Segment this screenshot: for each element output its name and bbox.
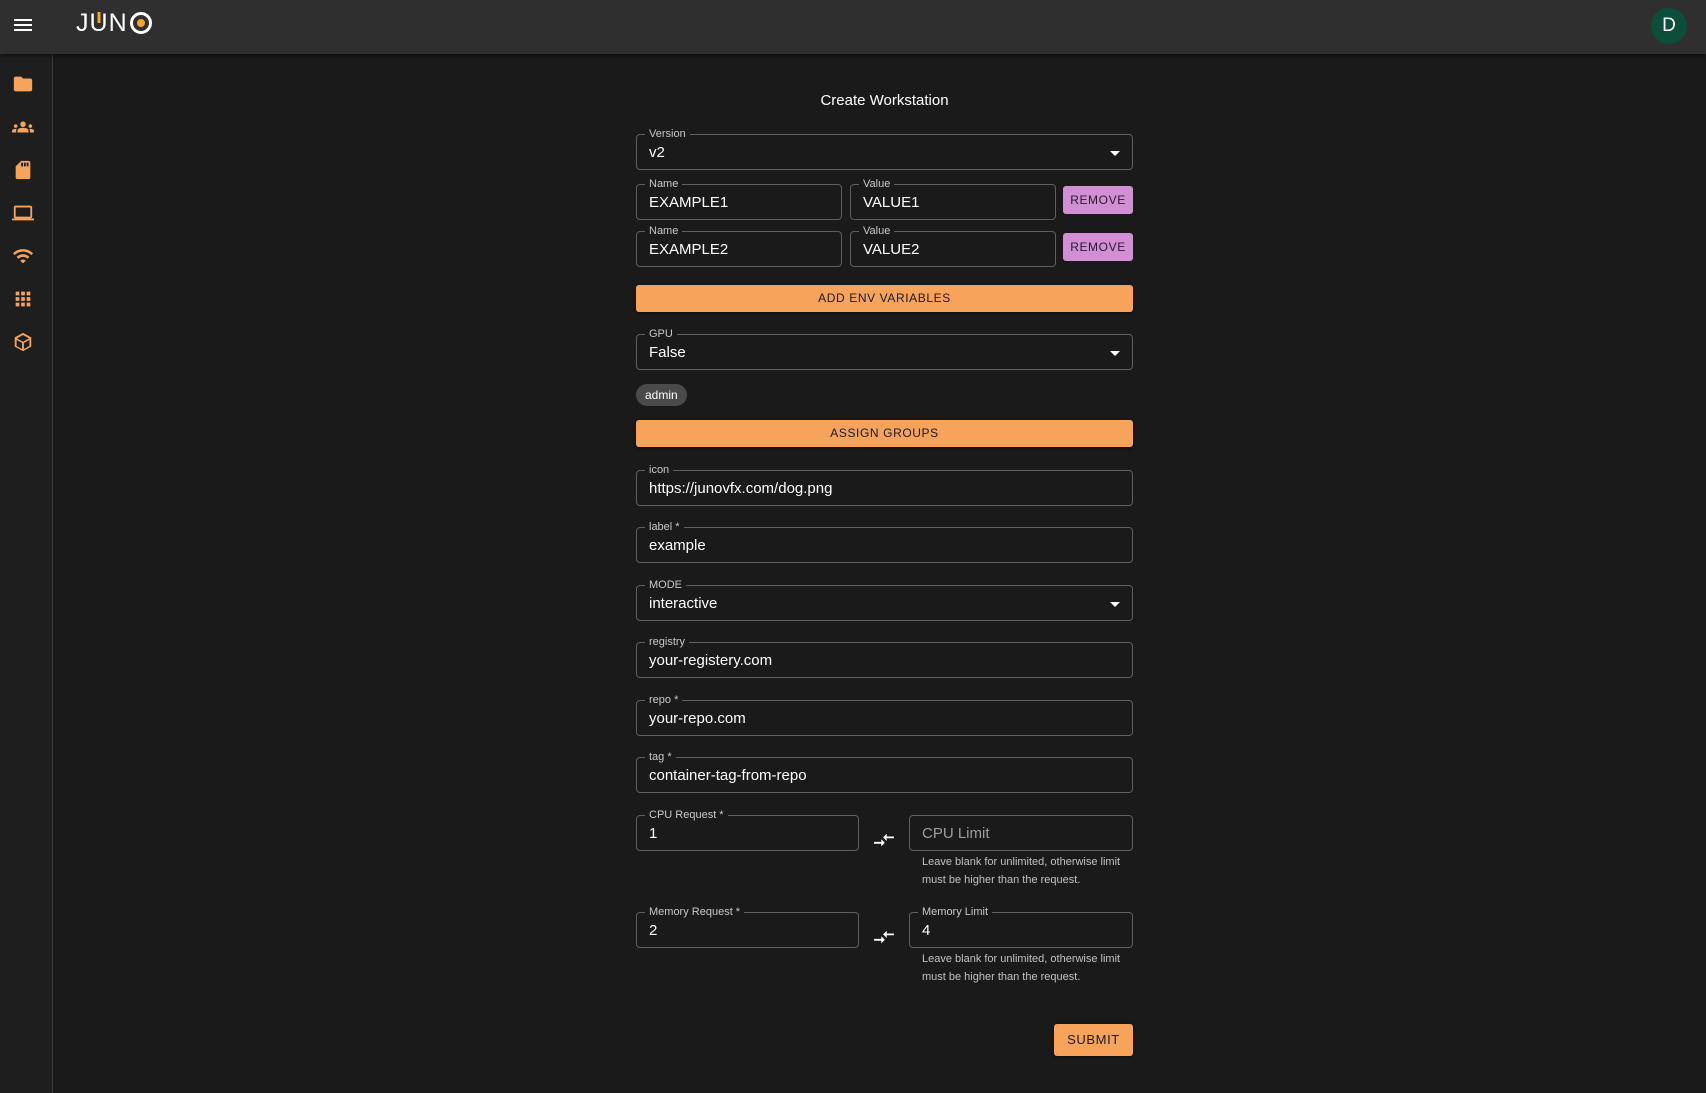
gpu-label: GPU <box>645 328 677 340</box>
env-value-field[interactable]: Value VALUE2 <box>850 225 1056 267</box>
memory-request-value: 2 <box>649 922 658 939</box>
icon-label: icon <box>645 464 674 476</box>
tag-label: tag * <box>645 751 676 763</box>
cpu-request-field[interactable]: CPU Request * 1 <box>636 809 859 851</box>
package-icon[interactable] <box>12 331 34 353</box>
laptop-icon[interactable] <box>12 202 34 224</box>
memory-request-field[interactable]: Memory Request * 2 <box>636 906 859 948</box>
groups-icon[interactable] <box>12 116 34 138</box>
env-value-value: VALUE1 <box>863 194 920 211</box>
cpu-limit-field[interactable]: CPU Limit <box>909 815 1133 851</box>
env-name-field[interactable]: Name EXAMPLE2 <box>636 225 842 267</box>
tag-value: container-tag-from-repo <box>649 767 807 784</box>
icon-url-field[interactable]: icon https://junovfx.com/dog.png <box>636 464 1133 506</box>
memory-limit-field[interactable]: Memory Limit 4 <box>909 906 1133 948</box>
memory-limit-label: Memory Limit <box>918 906 993 918</box>
submit-button[interactable]: SUBMIT <box>1054 1024 1133 1056</box>
folder-icon[interactable] <box>12 73 34 95</box>
repo-label: repo * <box>645 694 683 706</box>
version-value: v2 <box>649 144 665 161</box>
version-select[interactable]: Version v2 <box>636 128 1133 170</box>
mode-select[interactable]: MODE interactive <box>636 579 1133 621</box>
memory-request-label: Memory Request * <box>645 906 745 918</box>
memory-limit-helper-text: Leave blank for unlimited, otherwise lim… <box>922 953 1121 983</box>
hamburger-menu-icon[interactable] <box>12 15 34 37</box>
apps-grid-icon[interactable] <box>12 288 34 310</box>
cpu-request-value: 1 <box>649 825 658 842</box>
env-name-field[interactable]: Name EXAMPLE1 <box>636 178 842 220</box>
label-value: example <box>649 537 706 554</box>
remove-env-button[interactable]: REMOVE <box>1063 233 1133 261</box>
mode-value: interactive <box>649 595 718 612</box>
env-name-label: Name <box>645 225 683 237</box>
icon-value: https://junovfx.com/dog.png <box>649 480 833 497</box>
assign-groups-button[interactable]: ASSIGN GROUPS <box>636 420 1133 447</box>
page-title: Create Workstation <box>820 92 949 109</box>
top-app-bar: JUN D <box>0 0 1706 54</box>
mode-label: MODE <box>645 579 686 591</box>
env-name-value: EXAMPLE1 <box>649 194 729 211</box>
cpu-request-label: CPU Request * <box>645 809 728 821</box>
remove-env-button[interactable]: REMOVE <box>1063 186 1133 214</box>
registry-value: your-registery.com <box>649 652 773 669</box>
version-label: Version <box>645 128 690 140</box>
registry-field[interactable]: registry your-registery.com <box>636 636 1133 678</box>
group-chip-admin[interactable]: admin <box>636 384 687 406</box>
dropdown-arrow-icon <box>1110 151 1120 156</box>
gpu-value: False <box>649 344 686 361</box>
env-name-label: Name <box>645 178 683 190</box>
label-field[interactable]: label * example <box>636 521 1133 563</box>
env-value-field[interactable]: Value VALUE1 <box>850 178 1056 220</box>
sidebar <box>0 54 53 1093</box>
env-value-label: Value <box>859 178 895 190</box>
compare-arrows-icon <box>873 929 895 947</box>
user-avatar[interactable]: D <box>1651 8 1687 44</box>
env-value-value: VALUE2 <box>863 241 920 258</box>
env-value-label: Value <box>859 225 895 237</box>
dropdown-arrow-icon <box>1110 351 1120 356</box>
wifi-icon[interactable] <box>12 245 34 267</box>
add-env-variables-button[interactable]: ADD ENV VARIABLES <box>636 285 1133 312</box>
repo-field[interactable]: repo * your-repo.com <box>636 694 1133 736</box>
compare-arrows-icon <box>873 832 895 850</box>
tag-field[interactable]: tag * container-tag-from-repo <box>636 751 1133 793</box>
sd-card-icon[interactable] <box>12 159 34 181</box>
label-label: label * <box>645 521 684 533</box>
dropdown-arrow-icon <box>1110 602 1120 607</box>
registry-label: registry <box>645 636 690 648</box>
cpu-limit-helper-text: Leave blank for unlimited, otherwise lim… <box>922 856 1121 886</box>
cpu-limit-placeholder: CPU Limit <box>922 825 990 842</box>
env-name-value: EXAMPLE2 <box>649 241 729 258</box>
memory-limit-value: 4 <box>922 922 931 939</box>
gpu-select[interactable]: GPU False <box>636 328 1133 370</box>
juno-logo[interactable]: JUN <box>76 9 152 37</box>
repo-value: your-repo.com <box>649 710 746 727</box>
